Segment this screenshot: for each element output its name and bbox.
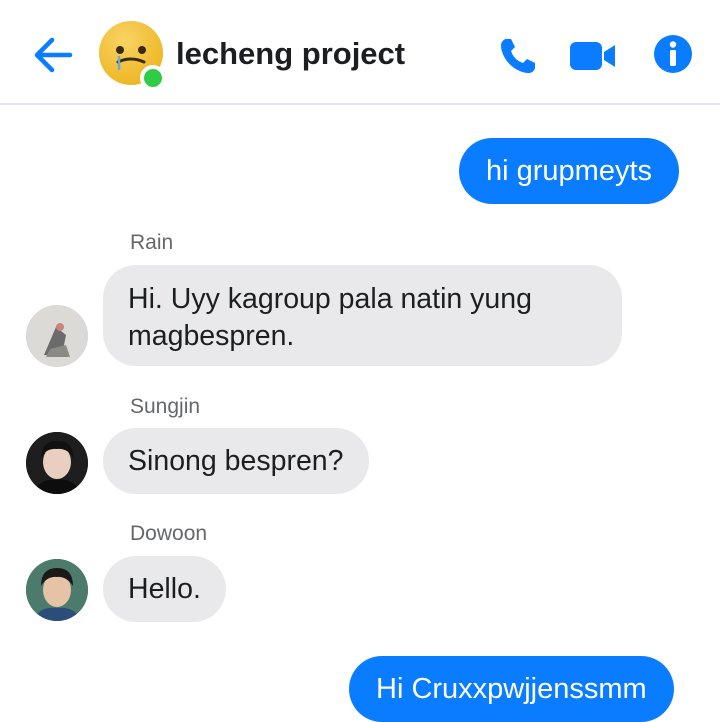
chat-title: lecheng project bbox=[176, 36, 406, 71]
online-status-dot bbox=[140, 65, 166, 91]
info-icon[interactable] bbox=[653, 34, 693, 74]
outgoing-message-bubble[interactable]: hi grupmeyts bbox=[459, 138, 680, 204]
incoming-message-bubble[interactable]: Hello. bbox=[103, 556, 226, 622]
avatar-dowoon[interactable] bbox=[26, 559, 88, 621]
video-camera-icon[interactable] bbox=[568, 35, 618, 77]
incoming-message-bubble[interactable]: Sinong bespren? bbox=[103, 428, 369, 494]
sender-name: Sungjin bbox=[130, 395, 201, 418]
incoming-message-bubble[interactable]: Hi. Uyy kagroup pala natin yung magbespr… bbox=[103, 265, 622, 366]
phone-icon[interactable] bbox=[497, 35, 539, 77]
chat-header: lecheng project bbox=[0, 0, 720, 105]
avatar-sungjin[interactable] bbox=[26, 432, 88, 494]
avatar-rain[interactable] bbox=[26, 305, 88, 367]
outgoing-message-bubble[interactable]: Hi Cruxxpwjjenssmm bbox=[349, 656, 674, 722]
sender-name: Rain bbox=[130, 231, 174, 254]
sender-name: Dowoon bbox=[130, 522, 208, 545]
back-arrow-icon[interactable] bbox=[30, 32, 76, 78]
